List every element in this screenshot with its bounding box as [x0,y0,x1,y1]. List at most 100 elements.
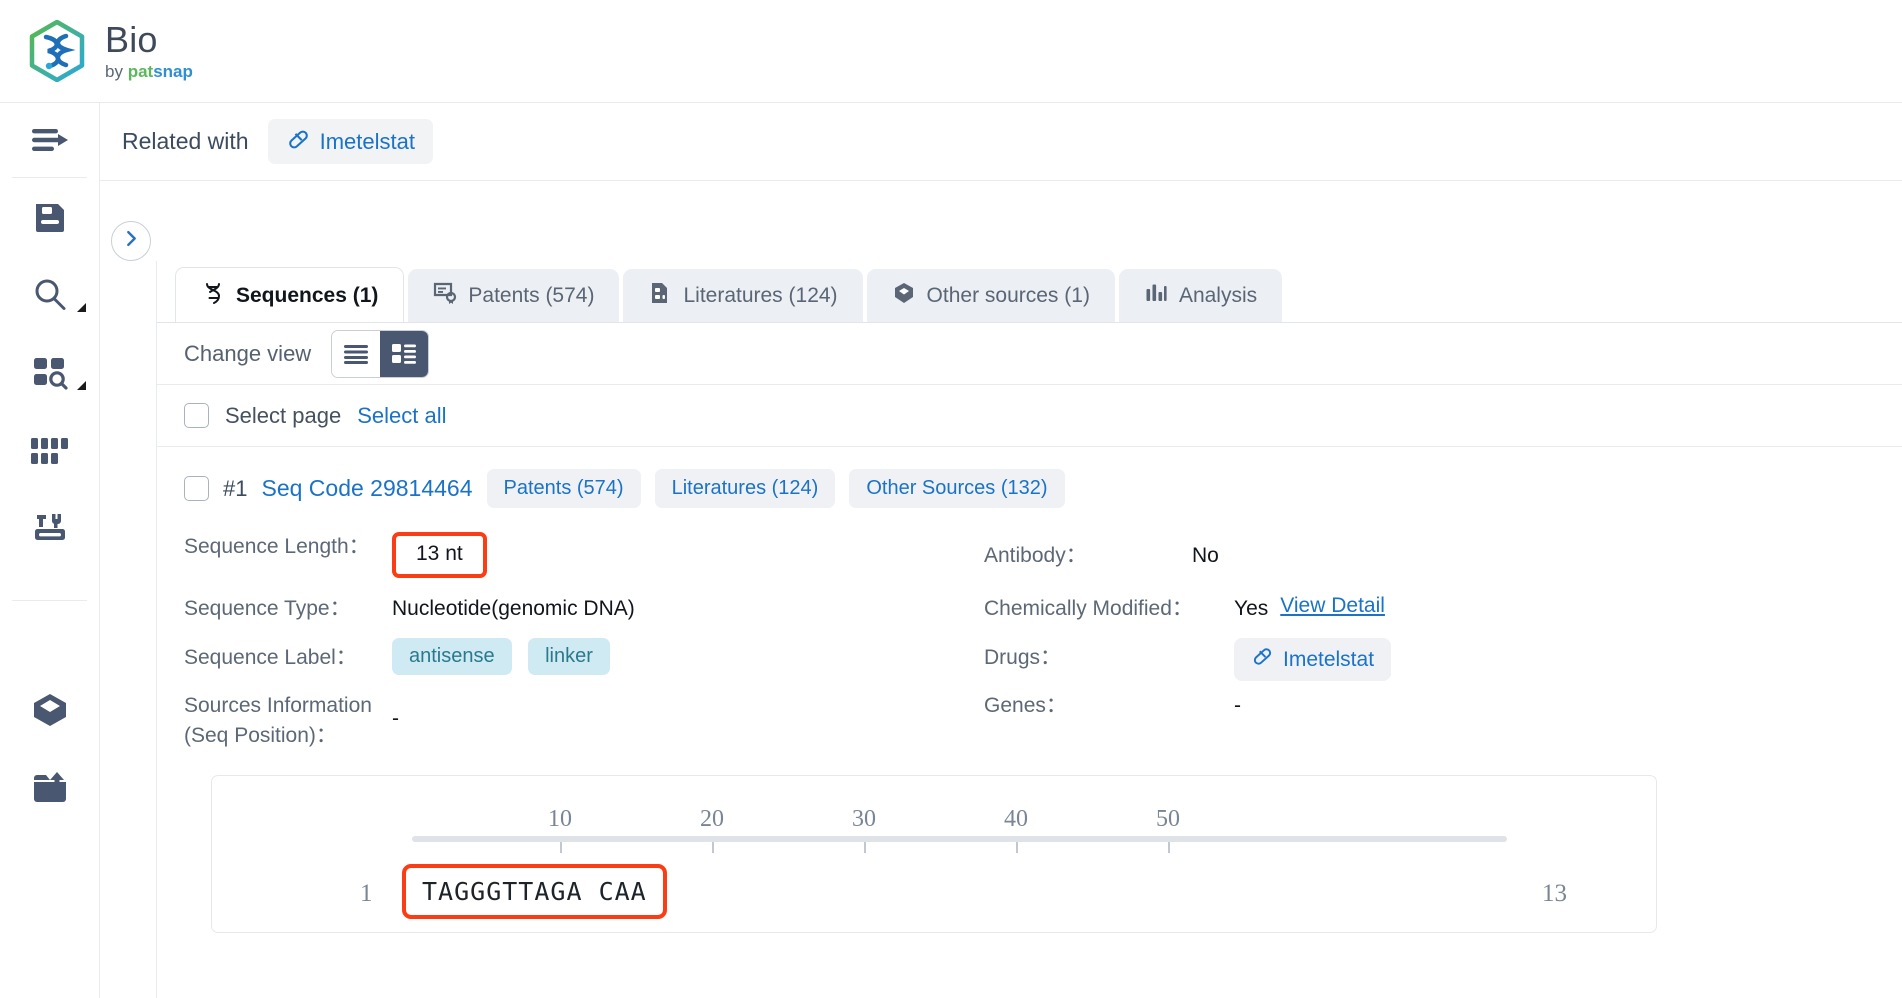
select-all-link[interactable]: Select all [357,403,446,429]
tab-other-sources[interactable]: Other sources (1) [866,269,1115,323]
field-row-2: Sequence Type： Nucleotide(genomic DNA) C… [184,594,1884,624]
sequence-length-value-highlight: 13 nt [392,532,487,578]
drugs-label: Drugs： [984,646,1062,669]
sequence-length-value: 13 nt [392,532,487,578]
view-toggle-group [331,329,430,378]
document-save-icon [32,199,68,235]
sequence-label-label: Sequence Label： [184,646,357,669]
change-view-label: Change view [184,340,312,366]
bar-chart-icon [1144,281,1168,311]
genes-value: - [1234,694,1241,717]
sidebar-item-batch-search[interactable] [0,334,100,412]
ruler-tick [560,842,562,853]
sidebar-item-sequence-grid[interactable] [0,412,100,490]
related-drug-chip[interactable]: Imetelstat [267,119,433,164]
ruler-tick-label: 30 [852,806,876,832]
tab-patents-label: Patents (574) [468,284,595,307]
selection-row: Select page Select all [157,385,1902,447]
sequence-ruler: 10 20 30 40 50 [412,806,1507,853]
field-sequence-length: Sequence Length： 13 nt [184,532,984,578]
dna-icon [201,281,225,311]
change-view-row: Change view [157,323,1902,385]
upload-inbox-icon [32,772,68,804]
brand-text: Bio by patsnap [105,19,193,81]
expand-sidebar-button[interactable] [111,221,151,261]
tab-analysis[interactable]: Analysis [1118,269,1283,323]
chemically-modified-label: Chemically Modified： [984,597,1193,620]
patent-icon [433,281,457,311]
record-fields: Sequence Length： 13 nt Antibody： No Sequ… [184,532,1884,751]
brand-bar: Bio by patsnap [0,0,1902,103]
record-index: #1 [223,475,248,501]
field-sequence-type: Sequence Type： Nucleotide(genomic DNA) [184,594,984,624]
sidebar-item-sequence-library[interactable] [0,178,100,256]
left-icon-rail [0,103,100,998]
card-view-icon[interactable] [380,330,429,377]
view-detail-link[interactable]: View Detail [1280,594,1385,618]
brand-subtitle: by patsnap [105,63,193,80]
sequence-end-index: 13 [1542,880,1567,907]
record-literatures-chip[interactable]: Literatures (124) [654,469,836,508]
genes-label: Genes： [984,694,1067,717]
ruler-tick-label: 40 [1004,806,1028,832]
field-chemically-modified: Chemically Modified： Yes View Detail [984,594,1784,624]
field-drugs: Drugs： Imetelstat [984,638,1784,681]
ruler-tick [712,842,714,853]
tab-patents[interactable]: Patents (574) [408,269,620,323]
content-area: Related with Imetelstat Sequences (1) Pa… [100,103,1902,998]
brand-pat: pat [127,62,154,81]
tab-sequences[interactable]: Sequences (1) [175,267,405,323]
rail-divider-bottom [12,600,87,601]
chevron-expand-icon [77,381,86,390]
hexagon-icon [892,281,916,311]
sidebar-item-upload[interactable] [0,749,100,827]
tab-bar: Sequences (1) Patents (574) Literatures … [157,261,1902,323]
sequence-type-value: Nucleotide(genomic DNA) [392,597,635,620]
sequence-viewer: 10 20 30 40 50 1 TAGGGTTAGA CAA 13 [211,775,1657,933]
list-view-icon[interactable] [332,330,381,377]
ruler-tick-label: 10 [548,806,572,832]
sidebar-item-search[interactable] [0,256,100,334]
results-panel: Sequences (1) Patents (574) Literatures … [156,261,1902,998]
dots-grid-icon [31,438,69,464]
brand-title: Bio [105,19,158,60]
tab-list: Sequences (1) Patents (574) Literatures … [157,261,1902,323]
brand-snap: snap [153,62,193,81]
sidebar-item-workspace[interactable] [0,671,100,749]
sources-information-value: - [392,707,399,730]
sequence-label-tag[interactable]: linker [528,638,610,675]
search-icon [33,278,67,312]
sequence-label-tags: antisense linker [392,638,622,675]
drugs-value-label: Imetelstat [1283,647,1375,671]
related-with-label: Related with [122,128,249,154]
sidebar-item-tools[interactable] [0,490,100,568]
tab-literatures[interactable]: Literatures (124) [623,269,863,323]
cube-icon [32,693,68,727]
sequence-label-tag[interactable]: antisense [392,638,512,675]
drugs-value-chip[interactable]: Imetelstat [1234,638,1392,681]
brand-by: by [105,62,128,81]
ruler-tick [1016,842,1018,853]
sources-information-label: Sources Information (Seq Position)： [184,691,392,751]
field-row-3: Sequence Label： antisense linker Drugs： [184,638,1884,681]
sequence-record: #1 Seq Code 29814464 Patents (574) Liter… [157,447,1902,933]
literature-icon [648,281,672,311]
field-row-4: Sources Information (Seq Position)： - Ge… [184,691,1884,751]
chemically-modified-value: Yes [1234,597,1269,620]
sequence-start-index: 1 [360,880,373,907]
tab-literatures-label: Literatures (124) [683,284,838,307]
ruler-tick [1168,842,1170,853]
select-page-checkbox[interactable] [184,403,209,428]
record-seq-code-link[interactable]: Seq Code 29814464 [261,475,472,502]
record-checkbox[interactable] [184,476,209,501]
record-other-sources-chip[interactable]: Other Sources (132) [849,469,1065,508]
ruler-tick-label: 50 [1156,806,1180,832]
tab-analysis-label: Analysis [1178,284,1258,307]
capsule-icon [1251,645,1274,674]
sequence-type-label: Sequence Type： [184,597,351,620]
tab-sequences-label: Sequences (1) [236,283,379,307]
record-patents-chip[interactable]: Patents (574) [486,469,641,508]
field-sources-information: Sources Information (Seq Position)： - [184,691,984,751]
sidebar-item-collapse-menu[interactable] [0,103,100,177]
dna-hexagon-logo-icon [26,19,88,83]
